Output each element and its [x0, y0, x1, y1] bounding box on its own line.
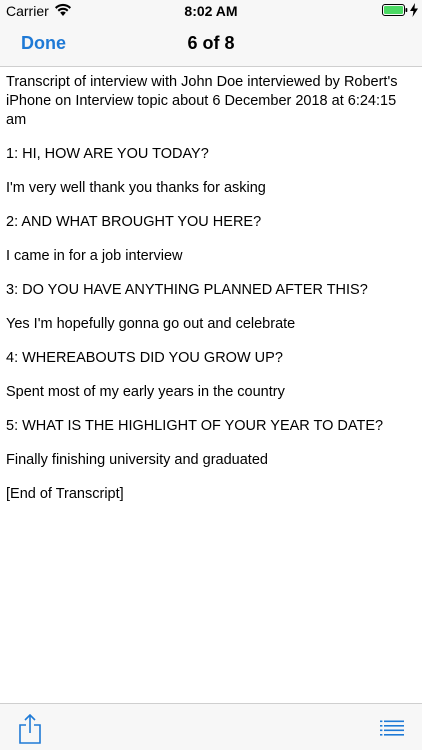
status-bar: Carrier 8:02 AM	[0, 0, 422, 22]
transcript-end: [End of Transcript]	[6, 486, 124, 502]
question-1: 1: HI, HOW ARE YOU TODAY?	[6, 146, 209, 162]
question-4: 4: WHEREABOUTS DID YOU GROW UP?	[6, 350, 283, 366]
answer-5: Finally finishing university and graduat…	[6, 452, 268, 468]
question-2: 2: AND WHAT BROUGHT YOU HERE?	[6, 214, 262, 230]
charging-bolt-icon	[410, 3, 418, 17]
status-time: 8:02 AM	[184, 3, 238, 19]
battery-icon	[382, 4, 408, 16]
page-title: 6 of 8	[187, 33, 235, 53]
navigation-bar: Done 6 of 8	[0, 22, 422, 67]
share-icon[interactable]	[17, 714, 43, 744]
answer-3: Yes I'm hopefully gonna go out and celeb…	[6, 316, 296, 332]
list-icon[interactable]	[380, 720, 404, 736]
answer-1: I'm very well thank you thanks for askin…	[6, 180, 266, 196]
bottom-toolbar	[0, 703, 422, 750]
transcript-intro: Transcript of interview with John Doe in…	[6, 74, 398, 128]
question-3: 3: DO YOU HAVE ANYTHING PLANNED AFTER TH…	[6, 282, 368, 298]
question-5: 5: WHAT IS THE HIGHLIGHT OF YOUR YEAR TO…	[6, 418, 384, 434]
transcript-text: Transcript of interview with John Doe in…	[0, 67, 422, 703]
answer-4: Spent most of my early years in the coun…	[6, 384, 285, 400]
answer-2: I came in for a job interview	[6, 248, 183, 264]
